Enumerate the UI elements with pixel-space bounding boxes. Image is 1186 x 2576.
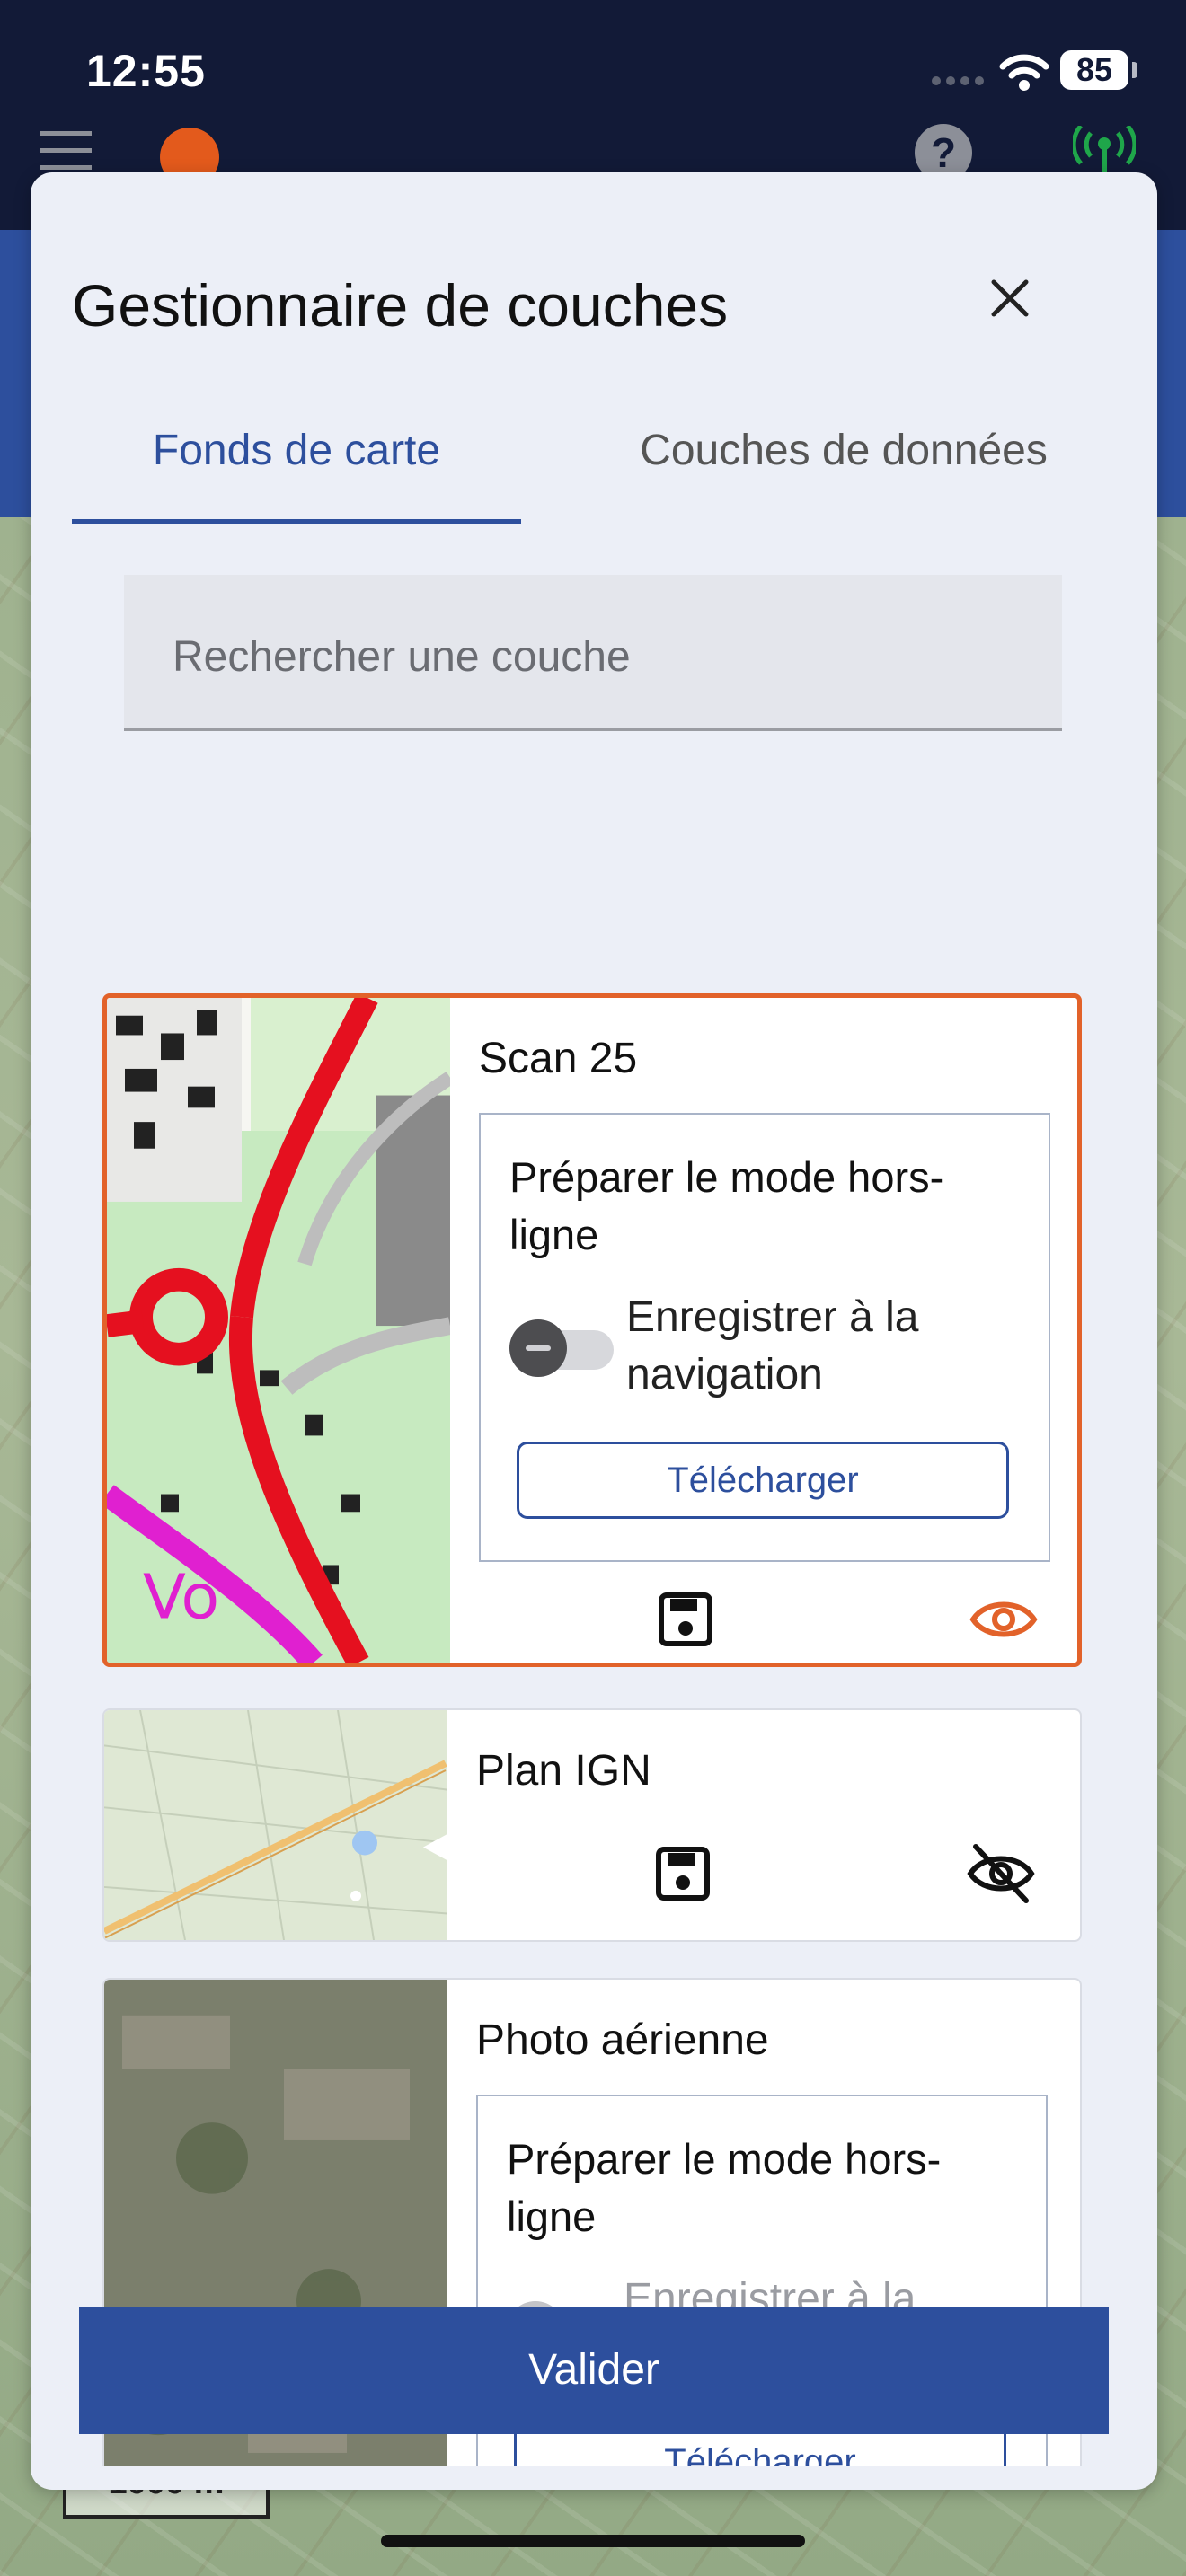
layer-manager-modal: Gestionnaire de couches Fonds de carte C… — [31, 172, 1157, 2490]
layer-thumbnail-plan-ign — [104, 1710, 447, 1940]
eye-off-icon[interactable] — [967, 1843, 1035, 1904]
tab-basemaps[interactable]: Fonds de carte — [72, 426, 521, 475]
layer-card-scan25[interactable]: Vo Scan 25 Préparer le mode hors-ligne E… — [102, 993, 1082, 1667]
battery-indicator: 85 — [1060, 50, 1128, 90]
svg-text:Vo: Vo — [143, 1561, 219, 1633]
offline-mode-title: Préparer le mode hors-ligne — [509, 1153, 944, 1258]
layer-name: Photo aérienne — [476, 2016, 769, 2064]
download-button[interactable]: Télécharger — [517, 1442, 1009, 1519]
offline-mode-panel: Préparer le mode hors-ligne Enregistrer … — [479, 1113, 1050, 1562]
close-icon[interactable] — [974, 262, 1046, 334]
layer-name: Plan IGN — [476, 1747, 651, 1795]
layer-card-plan-ign[interactable]: Plan IGN — [102, 1708, 1082, 1942]
save-on-navigation-label: Enregistrer à la navigation — [626, 1293, 919, 1398]
modal-title: Gestionnaire de couches — [72, 272, 729, 339]
menu-icon[interactable] — [40, 131, 92, 171]
layer-thumbnail-scan25: Vo — [107, 998, 450, 1663]
layer-list[interactable]: Vo Scan 25 Préparer le mode hors-ligne E… — [31, 801, 1157, 2466]
offline-mode-title: Préparer le mode hors-ligne — [507, 2135, 942, 2240]
tab-data-layers[interactable]: Couches de données — [561, 426, 1127, 475]
save-icon[interactable] — [657, 1591, 714, 1648]
validate-button[interactable]: Valider — [79, 2307, 1109, 2434]
save-icon[interactable] — [654, 1845, 712, 1902]
battery-tip — [1132, 62, 1137, 78]
status-time: 12:55 — [86, 46, 206, 96]
home-indicator[interactable] — [381, 2535, 805, 2547]
layer-name: Scan 25 — [479, 1035, 638, 1082]
save-on-navigation-toggle[interactable] — [509, 1319, 615, 1377]
search-placeholder: Rechercher une couche — [173, 633, 631, 681]
cellular-signal-icon — [932, 76, 984, 85]
antenna-icon[interactable] — [1073, 126, 1136, 176]
wifi-icon — [999, 54, 1049, 91]
toggle-knob — [509, 1319, 567, 1377]
active-tab-indicator — [72, 519, 521, 524]
eye-icon[interactable] — [969, 1592, 1038, 1646]
layer-search-input[interactable]: Rechercher une couche — [124, 575, 1062, 731]
